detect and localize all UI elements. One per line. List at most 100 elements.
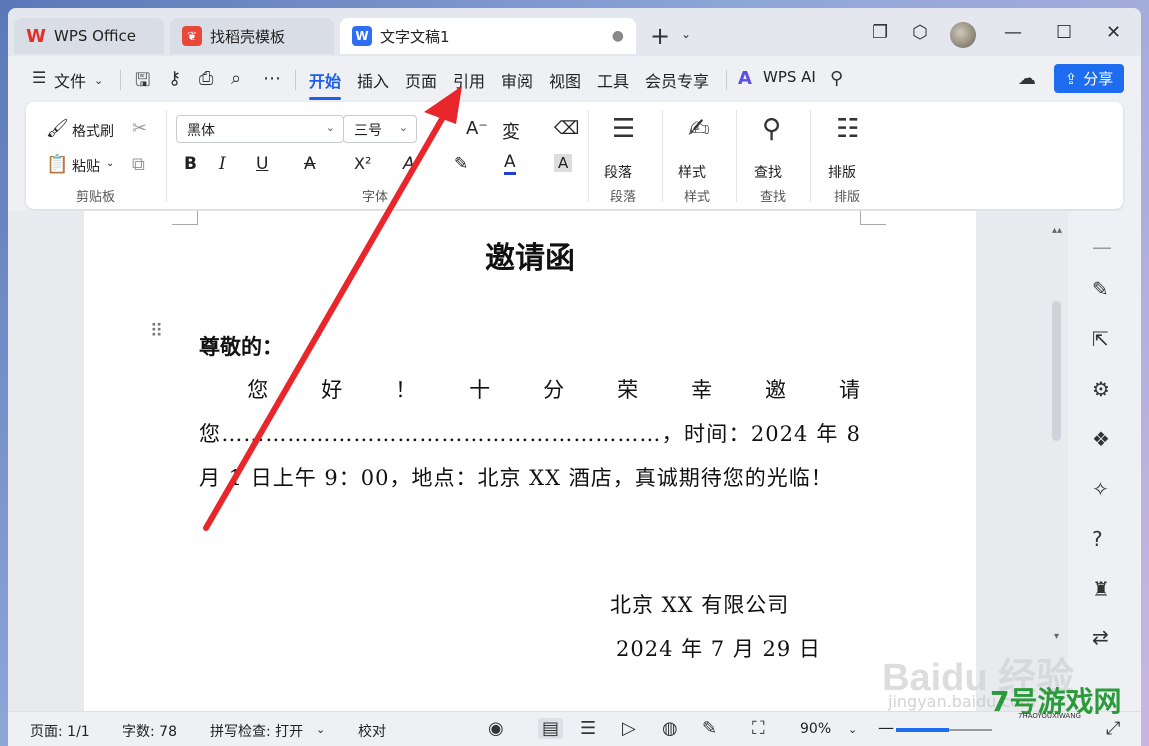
adjust-sliders-icon[interactable]: ⚙ [1092,377,1110,401]
font-size-adjust-icon[interactable]: A⁻ [466,118,488,139]
help-icon[interactable]: ? [1092,527,1103,551]
clear-format-icon[interactable]: ⌫ [554,118,579,139]
highlight-icon[interactable]: ✎ [454,154,468,174]
maximize-icon[interactable]: ☐ [1056,22,1072,43]
font-color-icon[interactable]: A [504,152,516,175]
file-menu[interactable]: 文件 [54,68,86,92]
format-painter-icon[interactable]: 🖌 [46,118,69,139]
phonetic-guide-icon[interactable]: 変 [502,118,520,144]
paste-icon[interactable]: 📋 [46,154,68,175]
minimize-icon[interactable]: — [1004,22,1022,43]
divider [726,70,727,90]
styles-group-label: 样式 [684,190,711,205]
wps-ai-button[interactable]: WPS AI [763,68,816,86]
format-painter-button[interactable]: 格式刷 [72,121,114,141]
text-effect-icon[interactable]: A [403,154,415,174]
translate-icon[interactable]: ⇄ [1092,625,1109,649]
tab-document[interactable]: W 文字文稿1 ● [340,18,636,54]
fit-page-icon[interactable]: ⛶ [752,718,765,739]
scroll-up-icon[interactable]: ▴▴ [1052,225,1062,236]
superscript-button[interactable]: X² [354,154,371,173]
collapse-icon[interactable]: — [1092,235,1112,259]
divider [736,110,737,202]
tab-wps-office[interactable]: W WPS Office [14,18,164,54]
layout-button[interactable]: 排版 [828,162,856,182]
wps-logo-icon: W [26,25,46,47]
find-button[interactable]: 查找 [754,162,782,182]
play-icon[interactable]: ▷ [622,718,636,739]
drag-handle-icon[interactable]: ⠿ [150,323,164,341]
page-indicator[interactable]: 页面: 1/1 [30,721,90,741]
close-icon[interactable]: ✕ [1106,22,1121,43]
underline-button[interactable]: U [256,154,268,174]
strikethrough-button[interactable]: A [304,154,316,174]
font-size-select[interactable]: 三号 ⌄ [343,115,417,143]
document-page[interactable]: 邀请函 ⠿ 尊敬的： 您好！十分荣幸邀请您…………………………………………………… [84,211,976,711]
spell-check-toggle[interactable]: 拼写检查: 打开 [210,721,303,741]
chevron-down-icon[interactable]: ⌄ [848,723,857,736]
more-icon[interactable]: ⋯ [263,68,281,89]
avatar[interactable] [950,22,976,48]
share-button[interactable]: ⇪ 分享 [1054,64,1124,93]
tab-list-chevron-icon[interactable]: ⌄ [681,27,691,41]
menu-tab-home[interactable]: 开始 [309,68,342,100]
paste-button[interactable]: 粘贴 [72,156,100,176]
layout-icon[interactable]: ☷ [836,114,859,144]
menu-tab-review[interactable]: 审阅 [501,68,533,92]
menu-tab-member[interactable]: 会员专享 [645,68,709,92]
paragraph-icon[interactable]: ☰ [612,114,635,144]
chevron-down-icon: ⌄ [398,121,408,134]
word-count[interactable]: 字数: 78 [122,721,177,741]
tools-icon[interactable]: ✧ [1092,477,1109,501]
window-switch-icon[interactable]: ❐ [872,22,888,43]
print-icon[interactable]: ⎙ [199,68,213,89]
chevron-down-icon[interactable]: ⌄ [94,74,103,87]
annotate-pen-icon[interactable]: ✎ [702,718,717,739]
eye-protect-icon[interactable]: ◉ [488,718,504,739]
fullscreen-icon[interactable]: ⤢ [1106,718,1120,739]
find-icon[interactable]: ⚲ [762,114,781,144]
clothing-icon[interactable]: ♜ [1092,577,1110,601]
paragraph-button[interactable]: 段落 [604,162,632,182]
font-name-select[interactable]: 黑体 ⌄ [176,115,344,143]
cube-icon[interactable]: ⬡ [912,22,928,43]
save-icon[interactable]: 🖫 [135,68,150,98]
chevron-down-icon[interactable]: ⌄ [316,723,325,736]
styles-icon[interactable]: ✍ [688,114,710,144]
edit-pen-icon[interactable]: ✎ [1092,277,1109,301]
share-label: 分享 [1083,70,1114,88]
proofread-button[interactable]: 校对 [358,721,386,741]
menu-tab-insert[interactable]: 插入 [357,68,389,92]
menu-tab-tools[interactable]: 工具 [597,68,629,92]
menu-tab-view[interactable]: 视图 [549,68,581,92]
new-tab-plus-icon[interactable]: + [650,22,670,50]
zoom-out-icon[interactable]: — [878,718,894,737]
cloud-chat-icon[interactable]: ☁ [1018,68,1036,89]
menu-tab-references[interactable]: 引用 [453,68,485,92]
key-icon[interactable]: ⚷ [168,68,181,89]
print-preview-icon[interactable]: ⌕ [231,68,241,89]
copy-icon[interactable]: ⧉ [132,154,145,175]
chevron-down-icon[interactable]: ⌄ [106,158,114,169]
signature-company: 北京 XX 有限公司 [610,593,790,617]
zoom-level[interactable]: 90% [800,721,831,737]
italic-button[interactable]: I [219,154,226,174]
search-icon[interactable]: ⚲ [830,68,843,89]
select-cursor-icon[interactable]: ⇱ [1092,327,1109,351]
menu-bar: ☰ 文件 ⌄ 🖫 ⚷ ⎙ ⌕ ⋯ 开始 插入 页面 引用 审阅 视图 工具 会员… [8,58,1141,100]
cut-icon[interactable]: ✂ [132,118,147,139]
hamburger-icon[interactable]: ☰ [32,68,46,87]
tab-bar: W WPS Office ❦ 找稻壳模板 W 文字文稿1 ● + ⌄ ❐ ⬡ —… [8,8,1141,56]
vertical-scrollbar[interactable] [1052,301,1061,441]
menu-tab-page[interactable]: 页面 [405,68,437,92]
styles-button[interactable]: 样式 [678,162,706,182]
page-view-icon[interactable]: ▤ [538,718,564,739]
outline-view-icon[interactable]: ☰ [580,718,596,739]
bold-button[interactable]: B [184,154,197,174]
ai-assist-icon[interactable]: ❖ [1092,427,1110,451]
tab-template[interactable]: ❦ 找稻壳模板 [170,18,334,54]
web-view-icon[interactable]: ◍ [662,718,678,739]
tab-label: 找稻壳模板 [210,27,286,46]
scroll-down-icon[interactable]: ▾ [1054,631,1059,642]
char-shading-icon[interactable]: A [554,154,573,172]
